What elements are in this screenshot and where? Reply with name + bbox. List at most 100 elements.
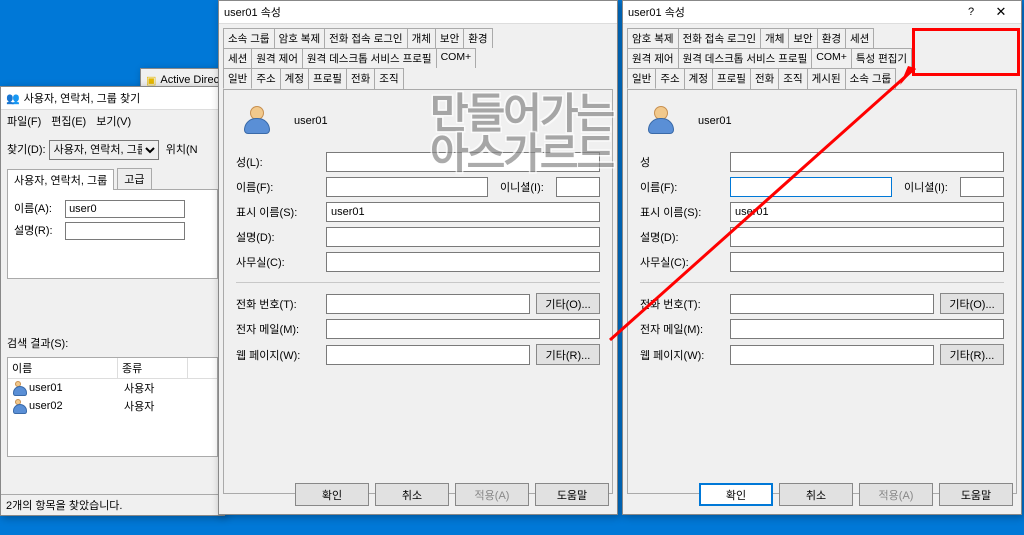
name-input[interactable] bbox=[65, 200, 185, 218]
menu-edit[interactable]: 편집(E) bbox=[51, 113, 86, 129]
find-titlebar[interactable]: 👥 사용자, 연락처, 그룹 찾기 bbox=[1, 87, 224, 110]
col-type[interactable]: 종류 bbox=[118, 358, 188, 378]
phone-label: 전화 번호(T): bbox=[236, 296, 320, 312]
tab[interactable]: 전화 접속 로그인 bbox=[678, 28, 761, 48]
desc-label: 설명(D): bbox=[236, 229, 320, 245]
phone-input[interactable] bbox=[326, 294, 530, 314]
web-input[interactable] bbox=[326, 345, 530, 365]
col-name[interactable]: 이름 bbox=[8, 358, 118, 378]
email-input[interactable] bbox=[326, 319, 600, 339]
tab[interactable]: 환경 bbox=[463, 28, 492, 48]
tab[interactable]: 프로필 bbox=[308, 68, 347, 89]
close-icon[interactable]: ✕ bbox=[986, 4, 1016, 20]
web-label: 웹 페이지(W): bbox=[236, 347, 320, 363]
list-item[interactable]: user02 사용자 bbox=[8, 397, 217, 415]
disp-input[interactable] bbox=[326, 202, 600, 222]
fname-label: 이름(F): bbox=[236, 179, 320, 195]
tab[interactable]: 암호 복제 bbox=[627, 28, 679, 48]
tab[interactable]: 주소 bbox=[655, 68, 684, 89]
tab[interactable]: 개체 bbox=[407, 28, 436, 48]
tab[interactable]: 프로필 bbox=[712, 68, 751, 89]
office-input[interactable] bbox=[730, 252, 1004, 272]
tab[interactable]: 원격 제어 bbox=[627, 48, 679, 68]
cancel-button[interactable]: 취소 bbox=[779, 483, 853, 506]
tab[interactable]: 개체 bbox=[760, 28, 789, 48]
tabrow: 소속 그룹 암호 복제 전화 접속 로그인 개체 보안 환경 bbox=[223, 28, 613, 48]
tab[interactable]: 원격 제어 bbox=[251, 48, 303, 68]
props-left-titlebar[interactable]: user01 속성 bbox=[219, 1, 617, 24]
tab[interactable]: 게시된 bbox=[807, 68, 846, 89]
user-icon bbox=[646, 104, 680, 138]
office-input[interactable] bbox=[326, 252, 600, 272]
apply-button[interactable]: 적용(A) bbox=[455, 483, 529, 506]
find-window: 👥 사용자, 연락처, 그룹 찾기 파일(F) 편집(E) 보기(V) 찾기(D… bbox=[0, 86, 225, 516]
lname-label: 성 bbox=[640, 154, 724, 170]
email-label: 전자 메일(M): bbox=[640, 321, 724, 337]
ini-input[interactable] bbox=[556, 177, 600, 197]
find-icon: 👥 bbox=[6, 92, 20, 105]
tab[interactable]: 환경 bbox=[817, 28, 846, 48]
props-right-titlebar[interactable]: user01 속성 ? ✕ bbox=[623, 1, 1021, 24]
tab-attribute-editor[interactable]: 특성 편집기 bbox=[851, 48, 912, 68]
tab[interactable]: 전화 bbox=[750, 68, 779, 89]
tab-basic[interactable]: 사용자, 연락처, 그룹 bbox=[7, 169, 114, 190]
desc-input[interactable] bbox=[730, 227, 1004, 247]
other-web-button[interactable]: 기타(R)... bbox=[940, 344, 1004, 365]
find-title: 사용자, 연락처, 그룹 찾기 bbox=[24, 90, 219, 106]
fname-label: 이름(F): bbox=[640, 179, 724, 195]
other-phone-button[interactable]: 기타(O)... bbox=[536, 293, 600, 314]
menu-file[interactable]: 파일(F) bbox=[7, 113, 41, 129]
tab[interactable]: 조직 bbox=[374, 68, 403, 89]
help-icon[interactable]: ? bbox=[956, 6, 986, 18]
other-phone-button[interactable]: 기타(O)... bbox=[940, 293, 1004, 314]
tab[interactable]: COM+ bbox=[811, 48, 852, 68]
ini-input[interactable] bbox=[960, 177, 1004, 197]
other-web-button[interactable]: 기타(R)... bbox=[536, 344, 600, 365]
tab[interactable]: 암호 복제 bbox=[274, 28, 326, 48]
tab[interactable]: 전화 접속 로그인 bbox=[324, 28, 407, 48]
cancel-button[interactable]: 취소 bbox=[375, 483, 449, 506]
fname-input[interactable] bbox=[326, 177, 488, 197]
tab[interactable]: 소속 그룹 bbox=[223, 28, 275, 48]
ok-button[interactable]: 확인 bbox=[699, 483, 773, 506]
tab[interactable]: 소속 그룹 bbox=[845, 68, 897, 89]
tab[interactable]: COM+ bbox=[436, 48, 477, 68]
ok-button[interactable]: 확인 bbox=[295, 483, 369, 506]
list-item[interactable]: user01 사용자 bbox=[8, 379, 217, 397]
tab[interactable]: 보안 bbox=[435, 28, 464, 48]
find-statusbar: 2개의 항목을 찾았습니다. bbox=[1, 494, 224, 515]
desc-input[interactable] bbox=[326, 227, 600, 247]
user-display: user01 bbox=[294, 115, 328, 127]
ini-label: 이니셜(I): bbox=[904, 179, 954, 195]
tab[interactable]: 계정 bbox=[684, 68, 713, 89]
tab[interactable]: 세션 bbox=[845, 28, 874, 48]
email-input[interactable] bbox=[730, 319, 1004, 339]
results-list[interactable]: 이름 종류 user01 사용자 user02 사용자 bbox=[7, 357, 218, 457]
loc-label: 위치(N bbox=[166, 141, 198, 157]
user-icon bbox=[242, 104, 276, 138]
phone-input[interactable] bbox=[730, 294, 934, 314]
tab[interactable]: 주소 bbox=[251, 68, 280, 89]
apply-button[interactable]: 적용(A) bbox=[859, 483, 933, 506]
help-button[interactable]: 도움말 bbox=[535, 483, 609, 506]
tab[interactable]: 계정 bbox=[280, 68, 309, 89]
web-input[interactable] bbox=[730, 345, 934, 365]
tab[interactable]: 원격 데스크톱 서비스 프로필 bbox=[678, 48, 813, 68]
menu-view[interactable]: 보기(V) bbox=[96, 113, 131, 129]
find-type-select[interactable]: 사용자, 연락처, 그룹 bbox=[49, 140, 159, 160]
help-button[interactable]: 도움말 bbox=[939, 483, 1013, 506]
user-icon bbox=[12, 381, 26, 395]
tab[interactable]: 세션 bbox=[223, 48, 252, 68]
tab-general[interactable]: 일반 bbox=[627, 68, 656, 89]
tab-advanced[interactable]: 고급 bbox=[117, 168, 151, 189]
tab[interactable]: 원격 데스크톱 서비스 프로필 bbox=[302, 48, 437, 68]
disp-input[interactable] bbox=[730, 202, 1004, 222]
tab[interactable]: 조직 bbox=[778, 68, 807, 89]
tab[interactable]: 보안 bbox=[788, 28, 817, 48]
desc-input[interactable] bbox=[65, 222, 185, 240]
lname-input[interactable] bbox=[326, 152, 600, 172]
tab-general[interactable]: 일반 bbox=[223, 68, 252, 89]
fname-input[interactable] bbox=[730, 177, 892, 197]
lname-input[interactable] bbox=[730, 152, 1004, 172]
tab[interactable]: 전화 bbox=[346, 68, 375, 89]
